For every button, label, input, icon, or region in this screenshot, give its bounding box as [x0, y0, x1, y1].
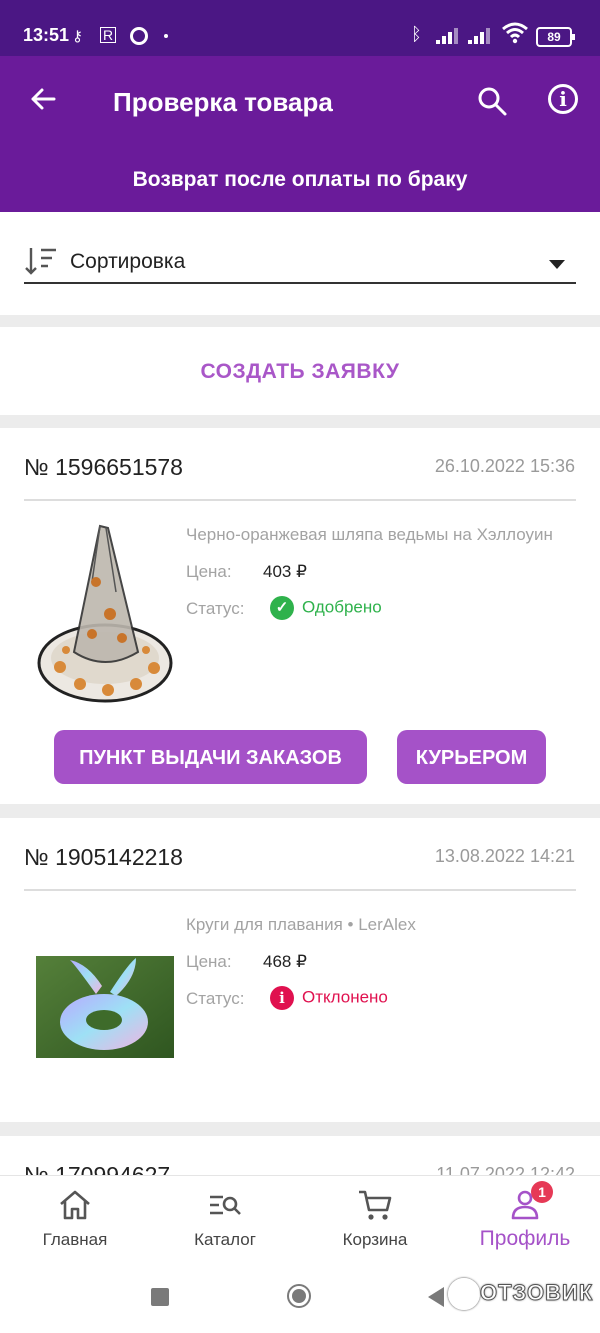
order-date: 13.08.2022 14:21: [434, 846, 575, 866]
order-card: № 1905142218 13.08.2022 14:21 Круги для …: [0, 818, 600, 1122]
nav-label: Каталог: [194, 1230, 256, 1249]
back-triangle-icon[interactable]: [428, 1287, 444, 1307]
create-request-button[interactable]: СОЗДАТЬ ЗАЯВКУ: [0, 327, 600, 415]
nav-label: Главная: [42, 1230, 108, 1249]
price-value: 468 ₽: [263, 952, 307, 971]
notification-badge: 1: [531, 1181, 553, 1203]
alert-icon: i: [270, 986, 294, 1010]
wifi-icon: [502, 22, 528, 50]
price-value: 403 ₽: [263, 562, 307, 581]
circle-icon: [130, 27, 148, 45]
create-request-section: СОЗДАТЬ ЗАЯВКУ: [0, 327, 600, 415]
signal-icon-2: [468, 28, 494, 44]
sort-icon: [25, 248, 56, 275]
sort-section: Сортировка: [0, 212, 600, 315]
nav-home[interactable]: Главная: [0, 1176, 150, 1261]
watermark: ОТЗОВИК: [448, 1278, 593, 1312]
product-name[interactable]: Черно-оранжевая шляпа ведьмы на Хэллоуин: [186, 525, 576, 545]
home-icon: [60, 1190, 90, 1220]
sort-select[interactable]: Сортировка: [70, 250, 185, 274]
status-label: Статус:: [186, 599, 245, 618]
order-number: № 1596651578: [24, 454, 183, 480]
witch-hat-image[interactable]: [36, 522, 174, 708]
catalog-icon: [210, 1195, 241, 1215]
bluetooth-icon: ᛒ: [411, 24, 422, 44]
product-name[interactable]: Круги для плавания • LerAlex: [186, 915, 576, 935]
courier-button[interactable]: КУРЬЕРОМ: [397, 730, 546, 784]
swim-ring-image[interactable]: [36, 956, 174, 1058]
pickup-point-button[interactable]: ПУНКТ ВЫДАЧИ ЗАКАЗОВ: [54, 730, 367, 784]
nav-label: Корзина: [342, 1230, 408, 1249]
app-bar: Проверка товара i Возврат после оплаты п…: [0, 56, 600, 212]
nav-label: Профиль: [479, 1227, 571, 1250]
status-badge: i Отклонено: [270, 986, 388, 1010]
battery-icon: 89: [536, 27, 575, 47]
check-icon: ✓: [270, 596, 294, 620]
page-title: Проверка товара: [113, 87, 333, 117]
status-text: Одобрено: [302, 597, 382, 617]
signal-icon: [436, 28, 462, 44]
recents-icon[interactable]: [151, 1288, 169, 1306]
system-nav-bar: ОТЗОВИК: [0, 1260, 600, 1333]
home-button-icon[interactable]: [287, 1284, 311, 1308]
dropdown-caret-icon[interactable]: [549, 260, 565, 269]
key-icon: ⚷: [72, 28, 83, 45]
order-number: № 1905142218: [24, 844, 183, 870]
status-bar: 13:51 ⚷ R ᛒ 89: [0, 0, 600, 56]
notification-dot-icon: [164, 34, 168, 38]
divider: [24, 889, 576, 891]
order-card: № 1596651578 26.10.2022 15:36 Черно-оран…: [0, 428, 600, 804]
back-arrow-icon[interactable]: [28, 84, 58, 114]
sort-underline: [24, 282, 576, 284]
status-text: Отклонено: [302, 987, 388, 1007]
cart-icon: [359, 1190, 392, 1220]
bottom-nav: Главная Каталог Корзина Профиль 1: [0, 1175, 600, 1261]
page-subtitle: Возврат после оплаты по браку: [132, 168, 468, 191]
divider: [24, 499, 576, 501]
r-icon: R: [100, 27, 117, 43]
price-label: Цена:: [186, 952, 232, 971]
status-badge: ✓ Одобрено: [270, 596, 382, 620]
nav-profile[interactable]: Профиль: [450, 1176, 600, 1261]
nav-catalog[interactable]: Каталог: [150, 1176, 300, 1261]
info-icon[interactable]: i: [548, 84, 578, 114]
status-time: 13:51: [23, 25, 70, 45]
price-label: Цена:: [186, 562, 232, 581]
search-icon[interactable]: [476, 85, 508, 117]
status-label: Статус:: [186, 989, 245, 1008]
order-date: 26.10.2022 15:36: [434, 456, 575, 476]
nav-cart[interactable]: Корзина: [300, 1176, 450, 1261]
